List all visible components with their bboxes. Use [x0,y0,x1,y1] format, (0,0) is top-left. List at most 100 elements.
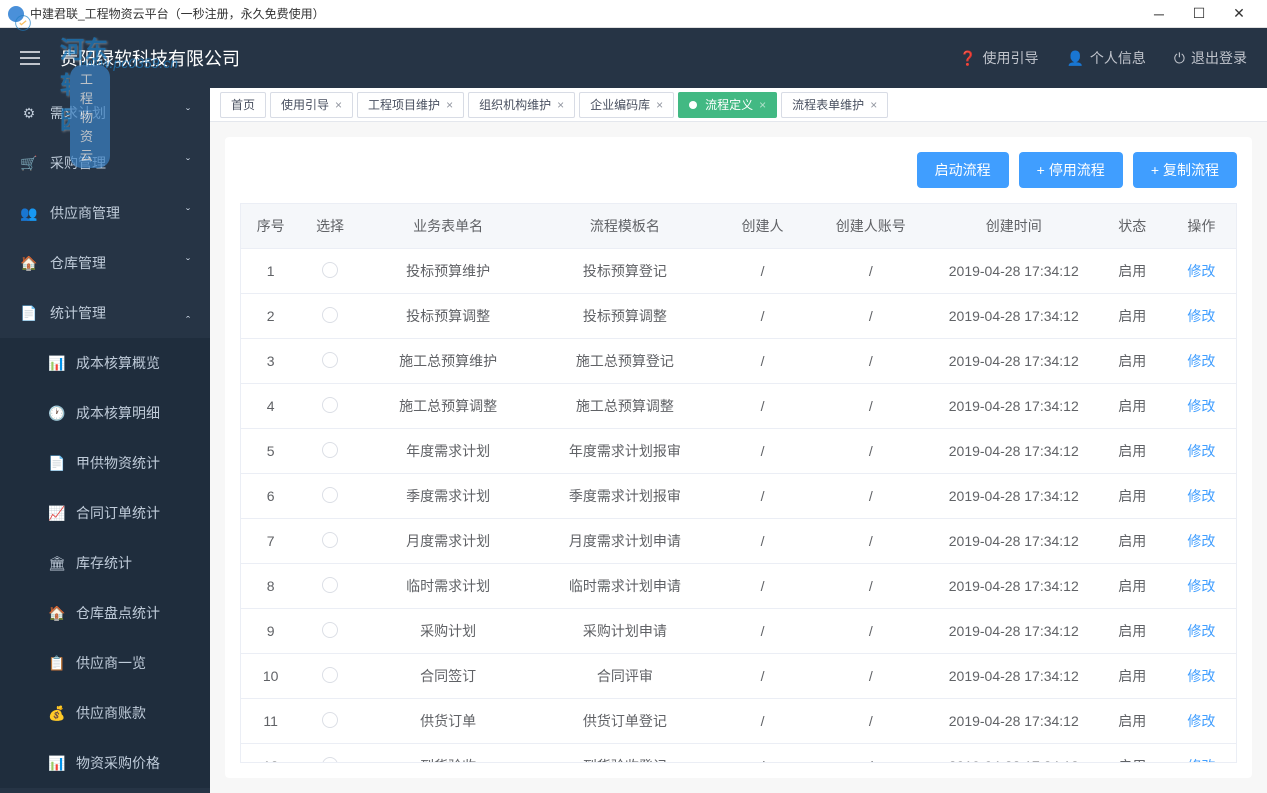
cell-select[interactable] [300,609,359,654]
hamburger-menu[interactable] [20,47,40,69]
sidebar-item-3[interactable]: 🏠 仓库管理 ˇ [0,238,210,288]
submenu-item-1[interactable]: 🕐成本核算明细 [0,388,210,438]
submenu-item-5[interactable]: 🏠仓库盘点统计 [0,588,210,638]
chevron-down-icon: ˇ [186,206,190,220]
cell-select[interactable] [300,474,359,519]
cell-action: 修改 [1167,294,1236,339]
profile-action[interactable]: 👤 个人信息 [1066,48,1145,68]
table-row: 10 合同签订 合同评审 / / 2019-04-28 17:34:12 启用 … [241,654,1236,699]
start-process-button[interactable]: 启动流程 [917,152,1009,188]
cell-name: 临时需求计划 [360,564,537,609]
radio-icon[interactable] [322,667,338,683]
sidebar-item-1[interactable]: 🛒 采购管理 ˇ [0,138,210,188]
cell-select[interactable] [300,384,359,429]
cell-account: / [812,699,930,744]
edit-link[interactable]: 修改 [1187,758,1215,763]
cell-creator: / [713,654,811,699]
radio-icon[interactable] [322,352,338,368]
submenu-item-7[interactable]: 💰供应商账款 [0,688,210,738]
cell-template: 采购计划申请 [537,609,714,654]
submenu-item-6[interactable]: 📋供应商一览 [0,638,210,688]
cell-time: 2019-04-28 17:34:12 [930,294,1098,339]
cell-name: 采购计划 [360,609,537,654]
radio-icon[interactable] [322,712,338,728]
edit-link[interactable]: 修改 [1187,668,1215,684]
close-icon[interactable]: × [557,98,564,112]
edit-link[interactable]: 修改 [1187,398,1215,414]
copy-process-button[interactable]: + 复制流程 [1133,152,1237,188]
titlebar: 中建君联_工程物资云平台（一秒注册，永久免费使用） ─ ☐ ✕ [0,0,1267,28]
cell-creator: / [713,294,811,339]
close-icon[interactable]: × [870,98,877,112]
cell-select[interactable] [300,564,359,609]
radio-icon[interactable] [322,757,338,764]
cell-template: 投标预算调整 [537,294,714,339]
edit-link[interactable]: 修改 [1187,308,1215,324]
close-icon[interactable]: × [656,98,663,112]
radio-icon[interactable] [322,532,338,548]
radio-icon[interactable] [322,307,338,323]
edit-link[interactable]: 修改 [1187,533,1215,549]
edit-link[interactable]: 修改 [1187,623,1215,639]
tab-4[interactable]: 企业编码库× [579,92,674,118]
radio-icon[interactable] [322,622,338,638]
cell-action: 修改 [1167,249,1236,294]
cell-creator: / [713,699,811,744]
guide-action[interactable]: ❓ 使用引导 [959,48,1038,68]
minimize-button[interactable]: ─ [1139,0,1179,28]
cell-time: 2019-04-28 17:34:12 [930,654,1098,699]
tab-2[interactable]: 工程项目维护× [357,92,464,118]
tab-1[interactable]: 使用引导× [270,92,353,118]
cell-select[interactable] [300,294,359,339]
cell-select[interactable] [300,249,359,294]
app-icon [8,6,24,22]
th-template: 流程模板名 [537,204,714,249]
cell-select[interactable] [300,744,359,764]
cell-select[interactable] [300,699,359,744]
edit-link[interactable]: 修改 [1187,263,1215,279]
tab-0[interactable]: 首页 [220,92,266,118]
tab-6[interactable]: 流程表单维护× [781,92,888,118]
tab-5[interactable]: 流程定义× [678,92,777,118]
submenu-item-4[interactable]: 🏛库存统计 [0,538,210,588]
edit-link[interactable]: 修改 [1187,713,1215,729]
radio-icon[interactable] [322,397,338,413]
submenu-item-8[interactable]: 📊物资采购价格 [0,738,210,788]
submenu-item-3[interactable]: 📈合同订单统计 [0,488,210,538]
logout-action[interactable]: ⏻ 退出登录 [1174,48,1247,68]
submenu-item-2[interactable]: 📄甲供物资统计 [0,438,210,488]
close-icon[interactable]: × [446,98,453,112]
cell-name: 合同签订 [360,654,537,699]
cell-select[interactable] [300,429,359,474]
edit-link[interactable]: 修改 [1187,353,1215,369]
close-button[interactable]: ✕ [1219,0,1259,28]
cell-select[interactable] [300,654,359,699]
th-name: 业务表单名 [360,204,537,249]
radio-icon[interactable] [322,442,338,458]
cell-creator: / [713,564,811,609]
submenu-icon: 📄 [48,455,66,472]
close-icon[interactable]: × [335,98,342,112]
close-icon[interactable]: × [759,98,766,112]
cell-select[interactable] [300,339,359,384]
table-container[interactable]: 序号 选择 业务表单名 流程模板名 创建人 创建人账号 创建时间 状态 操作 1 [240,203,1237,763]
submenu-icon: 🏛 [48,555,66,572]
radio-icon[interactable] [322,262,338,278]
tabs-bar: 首页使用引导×工程项目维护×组织机构维护×企业编码库×流程定义×流程表单维护× [210,88,1267,122]
maximize-button[interactable]: ☐ [1179,0,1219,28]
submenu-item-0[interactable]: 📊成本核算概览 [0,338,210,388]
stop-process-button[interactable]: + 停用流程 [1019,152,1123,188]
sidebar-item-4[interactable]: 📄 统计管理 ˇ [0,288,210,338]
submenu-icon: 💰 [48,705,66,722]
radio-icon[interactable] [322,487,338,503]
sidebar-item-0[interactable]: ⚙ 需求计划 ˇ [0,88,210,138]
table-row: 12 到货验收 到货验收登记 / / 2019-04-28 17:34:12 启… [241,744,1236,764]
edit-link[interactable]: 修改 [1187,488,1215,504]
tab-3[interactable]: 组织机构维护× [468,92,575,118]
cell-time: 2019-04-28 17:34:12 [930,429,1098,474]
edit-link[interactable]: 修改 [1187,578,1215,594]
radio-icon[interactable] [322,577,338,593]
edit-link[interactable]: 修改 [1187,443,1215,459]
sidebar-item-2[interactable]: 👥 供应商管理 ˇ [0,188,210,238]
cell-select[interactable] [300,519,359,564]
